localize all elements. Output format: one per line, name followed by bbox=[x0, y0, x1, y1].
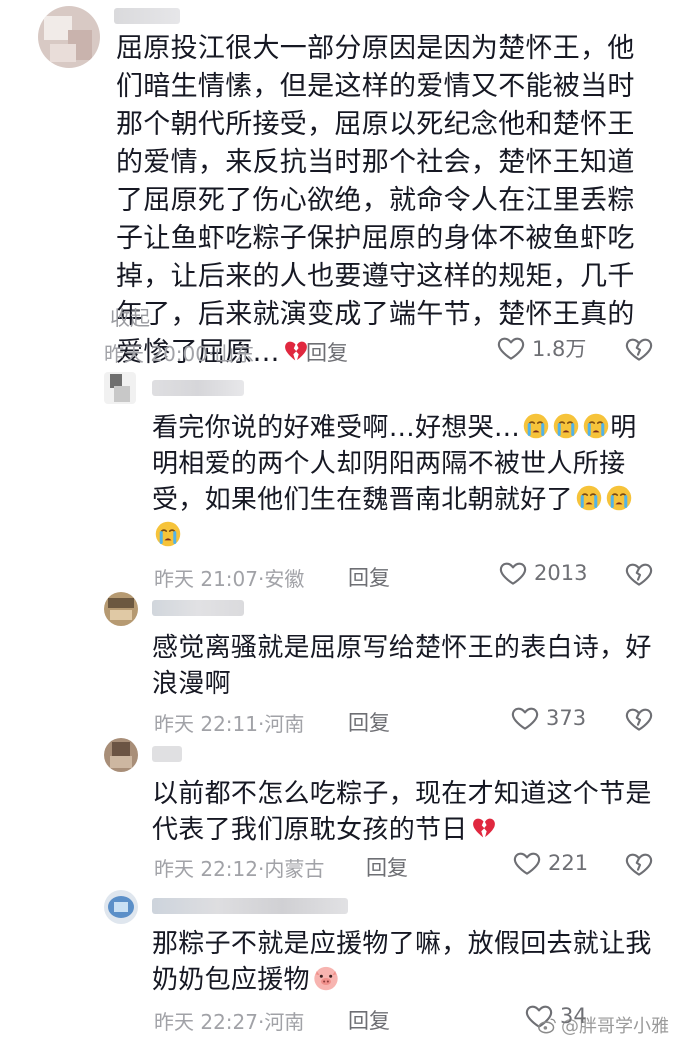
comment-meta: 昨天 20:00·山东 bbox=[104, 338, 254, 367]
comment-time: 昨天 22:12 bbox=[154, 857, 258, 881]
like-button[interactable]: 373 bbox=[510, 703, 586, 733]
pig-face-icon bbox=[312, 964, 340, 992]
heart-icon bbox=[512, 848, 542, 878]
broken-heart-icon bbox=[470, 814, 498, 842]
like-button[interactable]: 2013 bbox=[498, 558, 587, 588]
heart-icon bbox=[496, 333, 526, 363]
comment-body: 感觉离骚就是屈原写给楚怀王的表白诗，好浪漫啊 bbox=[152, 633, 652, 699]
comment-meta: 昨天 21:07·安徽 bbox=[154, 563, 304, 592]
comment-text: 那粽子不就是应援物了嘛，放假回去就让我奶奶包应援物 bbox=[152, 926, 652, 998]
comment-location: 安徽 bbox=[264, 567, 305, 591]
comment-body: 屈原投江很大一部分原因是因为楚怀王，他们暗生情愫，但是这样的爱情又不能被当时那个… bbox=[116, 33, 635, 368]
like-count: 373 bbox=[546, 706, 587, 730]
comment-location: 河南 bbox=[264, 1010, 305, 1034]
loudly-crying-face-icon bbox=[582, 412, 610, 440]
comment-meta: 昨天 22:11·河南 bbox=[154, 708, 304, 737]
watermark: @胖哥学小雅 bbox=[537, 1012, 669, 1038]
username[interactable] bbox=[152, 898, 348, 914]
weibo-icon bbox=[538, 1018, 556, 1034]
loudly-crying-face-icon bbox=[522, 412, 550, 440]
comment-location: 山东 bbox=[214, 342, 255, 366]
reply-button[interactable]: 回复 bbox=[348, 707, 390, 737]
reply-button[interactable]: 回复 bbox=[348, 562, 390, 592]
loudly-crying-face-icon bbox=[552, 412, 580, 440]
like-button[interactable]: 221 bbox=[512, 848, 588, 878]
comment-text: 感觉离骚就是屈原写给楚怀王的表白诗，好浪漫啊 bbox=[152, 630, 652, 702]
comment-body: 看完你说的好难受啊…好想哭… bbox=[152, 413, 521, 443]
avatar[interactable] bbox=[104, 890, 138, 924]
comment-time: 昨天 22:11 bbox=[154, 712, 258, 736]
reply-button[interactable]: 回复 bbox=[348, 1005, 390, 1035]
comment-body: 那粽子不就是应援物了嘛，放假回去就让我奶奶包应援物 bbox=[152, 929, 652, 995]
loudly-crying-face-icon bbox=[605, 484, 633, 512]
avatar[interactable] bbox=[104, 592, 138, 626]
collapse-button[interactable]: 收起 bbox=[110, 302, 150, 331]
comment-body: 以前都不怎么吃粽子，现在才知道这个节是代表了我们原耽女孩的节日 bbox=[152, 779, 652, 845]
username[interactable] bbox=[152, 600, 244, 616]
avatar[interactable] bbox=[104, 738, 138, 772]
dislike-icon[interactable] bbox=[624, 704, 654, 734]
loudly-crying-face-icon bbox=[575, 484, 603, 512]
dislike-icon[interactable] bbox=[624, 849, 654, 879]
like-count: 221 bbox=[548, 851, 589, 875]
heart-icon bbox=[510, 703, 540, 733]
comment-meta: 昨天 22:27·河南 bbox=[154, 1006, 304, 1035]
dislike-icon[interactable] bbox=[624, 334, 654, 364]
reply-button[interactable]: 回复 bbox=[366, 852, 408, 882]
like-count: 2013 bbox=[534, 561, 588, 585]
comment-time: 昨天 22:27 bbox=[154, 1010, 258, 1034]
comment-location: 内蒙古 bbox=[264, 857, 325, 881]
like-count: 1.8万 bbox=[532, 337, 587, 361]
avatar[interactable] bbox=[104, 372, 136, 404]
username[interactable] bbox=[152, 746, 182, 762]
loudly-crying-face-icon bbox=[154, 520, 182, 548]
heart-icon bbox=[498, 558, 528, 588]
username[interactable] bbox=[114, 8, 180, 24]
comment-meta: 昨天 22:12·内蒙古 bbox=[154, 853, 324, 882]
comment-time: 昨天 21:07 bbox=[154, 567, 258, 591]
comment-text: 以前都不怎么吃粽子，现在才知道这个节是代表了我们原耽女孩的节日 bbox=[152, 776, 652, 848]
username[interactable] bbox=[152, 380, 244, 396]
comment-text: 看完你说的好难受啊…好想哭… 明明相爱的两个人却阴阳两隔不被世人所接受，如果他们生… bbox=[152, 410, 652, 554]
like-button[interactable]: 1.8万 bbox=[496, 333, 586, 363]
avatar[interactable] bbox=[38, 6, 100, 68]
comment-text: 屈原投江很大一部分原因是因为楚怀王，他们暗生情愫，但是这样的爱情又不能被当时那个… bbox=[116, 30, 656, 372]
comment-location: 河南 bbox=[264, 712, 305, 736]
comment-time: 昨天 20:00 bbox=[104, 342, 208, 366]
reply-button[interactable]: 回复 bbox=[306, 337, 348, 367]
dislike-icon[interactable] bbox=[624, 559, 654, 589]
watermark-text: @胖哥学小雅 bbox=[561, 1016, 669, 1037]
